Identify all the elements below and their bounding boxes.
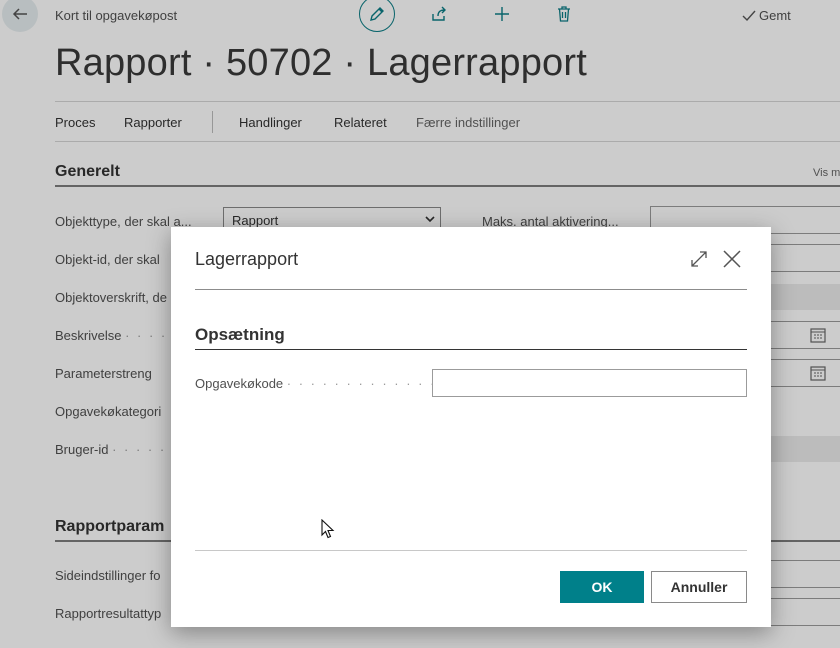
dialog-section-divider <box>195 349 747 350</box>
dialog-title: Lagerrapport <box>195 249 299 269</box>
dialog-footer-divider <box>195 550 747 551</box>
cancel-button[interactable]: Annuller <box>651 571 747 603</box>
close-icon[interactable] <box>721 248 743 270</box>
job-queue-code-label: Opgavekøkode · · · · · · · · · · · · · ·… <box>195 376 472 391</box>
mouse-cursor-icon <box>321 519 335 539</box>
job-queue-code-label-text: Opgavekøkode <box>195 376 284 391</box>
ok-button[interactable]: OK <box>560 571 644 603</box>
job-queue-code-input[interactable] <box>432 369 747 397</box>
expand-icon[interactable] <box>689 249 709 269</box>
dialog-title-divider <box>195 289 747 290</box>
report-request-dialog: Lagerrapport Opsætning Opgavekøkode · · … <box>171 227 771 627</box>
dialog-section-heading[interactable]: Opsætning <box>195 325 285 345</box>
